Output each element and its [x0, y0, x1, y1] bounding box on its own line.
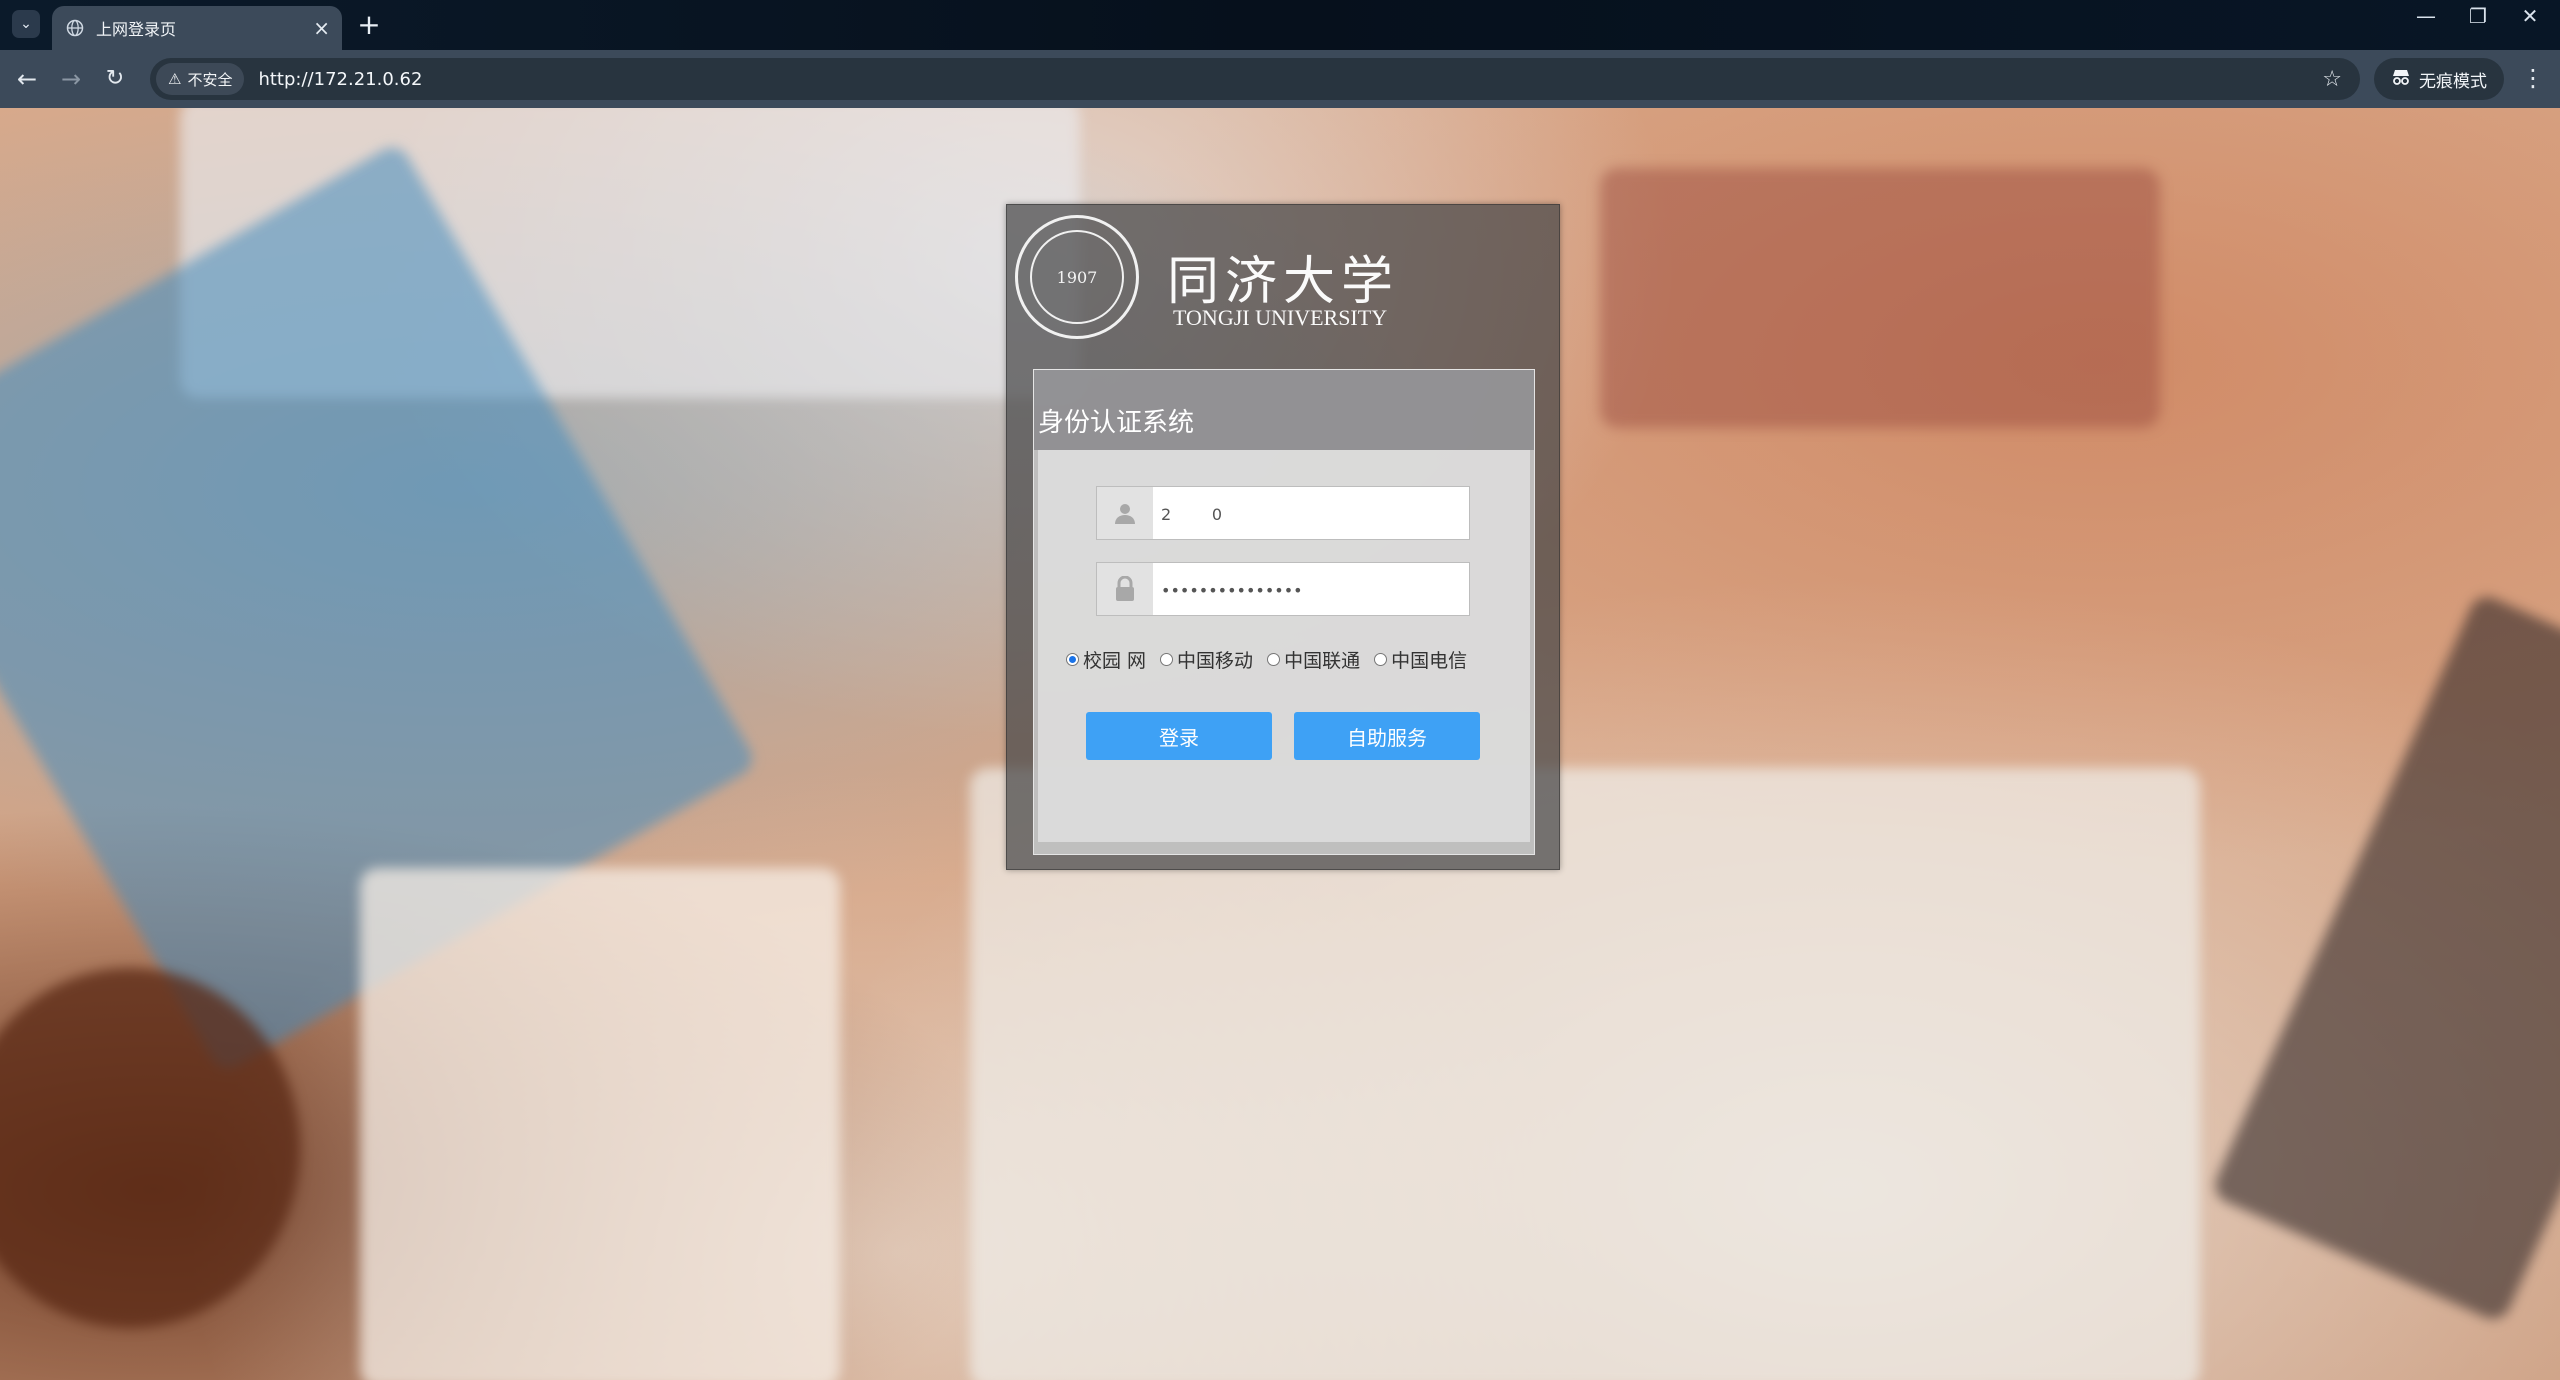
tab-close-icon[interactable]: ×	[313, 18, 330, 38]
radio-button[interactable]	[1160, 653, 1174, 666]
university-logo: 1907 同济大学 TONGJI UNIVERSITY	[1015, 215, 1455, 345]
reload-icon[interactable]: ↻	[100, 64, 130, 94]
tab-search-chevron-icon[interactable]: ⌄	[12, 10, 40, 38]
background-books	[1600, 168, 2160, 428]
restore-button[interactable]: ❐	[2458, 4, 2498, 28]
seal-emblem: 1907	[1030, 230, 1124, 324]
radio-button[interactable]	[1066, 653, 1079, 666]
tab-title: 上网登录页	[96, 20, 177, 39]
university-name-en: TONGJI UNIVERSITY	[1173, 305, 1388, 330]
radio-button[interactable]	[1374, 653, 1388, 666]
security-indicator[interactable]: ⚠ 不安全	[156, 63, 245, 95]
option-label: 中国移动	[1177, 650, 1254, 672]
option-campus-network[interactable]: 校园 网	[1066, 646, 1146, 673]
globe-icon	[66, 19, 84, 37]
user-icon	[1097, 487, 1153, 539]
minimize-button[interactable]: —	[2406, 4, 2446, 28]
new-tab-button[interactable]: +	[354, 10, 384, 40]
password-input[interactable]	[1159, 563, 1463, 617]
self-service-button[interactable]: 自助服务	[1294, 712, 1480, 760]
seal-year: 1907	[1056, 267, 1098, 287]
auth-box: 身份认证系统 校园 网	[1033, 369, 1535, 855]
security-label: 不安全	[187, 70, 233, 89]
title-bar: ⌄ 上网登录页 × + — ❐ ✕	[0, 0, 2560, 50]
username-field[interactable]	[1096, 486, 1470, 541]
more-menu-icon[interactable]: ⋮	[2520, 64, 2546, 92]
login-button[interactable]: 登录	[1086, 712, 1272, 760]
network-options: 校园 网 中国移动 中国联通 中国电信	[1066, 646, 1467, 673]
url-text[interactable]: http://172.21.0.62	[258, 69, 2322, 90]
active-tab[interactable]: 上网登录页 ×	[52, 6, 342, 50]
option-label: 中国电信	[1391, 650, 1468, 672]
password-field[interactable]	[1096, 562, 1470, 617]
username-input[interactable]	[1159, 487, 1463, 541]
option-china-telecom[interactable]: 中国电信	[1374, 646, 1467, 673]
warning-icon: ⚠	[168, 70, 182, 88]
forward-arrow-icon[interactable]: →	[56, 64, 86, 94]
background-tablet	[2209, 591, 2560, 1325]
option-china-mobile[interactable]: 中国移动	[1160, 646, 1253, 673]
back-arrow-icon[interactable]: ←	[12, 64, 42, 94]
browser-toolbar: ← → ↻ ⚠ 不安全 http://172.21.0.62 ☆ 无痕模式 ⋮	[0, 50, 2560, 108]
incognito-label: 无痕模式	[2419, 71, 2487, 92]
university-seal: 1907	[1015, 215, 1139, 339]
option-china-unicom[interactable]: 中国联通	[1267, 646, 1360, 673]
lock-icon	[1097, 563, 1153, 615]
university-name-cn: 同济大学	[1167, 252, 1400, 312]
auth-form: 校园 网 中国移动 中国联通 中国电信 登录	[1038, 450, 1530, 842]
incognito-icon	[2391, 68, 2411, 91]
option-label: 校园 网	[1083, 650, 1147, 672]
system-title: 身份认证系统	[1038, 408, 1195, 438]
incognito-indicator[interactable]: 无痕模式	[2374, 58, 2504, 100]
background-notepad	[360, 868, 840, 1380]
auth-header: 身份认证系统	[1034, 370, 1534, 450]
bookmark-star-icon[interactable]: ☆	[2322, 67, 2342, 92]
page-background: 1907 同济大学 TONGJI UNIVERSITY 身份认证系统 2 0 •…	[0, 108, 2560, 1380]
radio-button[interactable]	[1267, 653, 1281, 666]
login-panel: 1907 同济大学 TONGJI UNIVERSITY 身份认证系统 2 0 •…	[1006, 204, 1560, 870]
close-window-button[interactable]: ✕	[2510, 4, 2550, 28]
option-label: 中国联通	[1284, 650, 1361, 672]
address-bar[interactable]: ⚠ 不安全 http://172.21.0.62 ☆	[150, 58, 2360, 100]
